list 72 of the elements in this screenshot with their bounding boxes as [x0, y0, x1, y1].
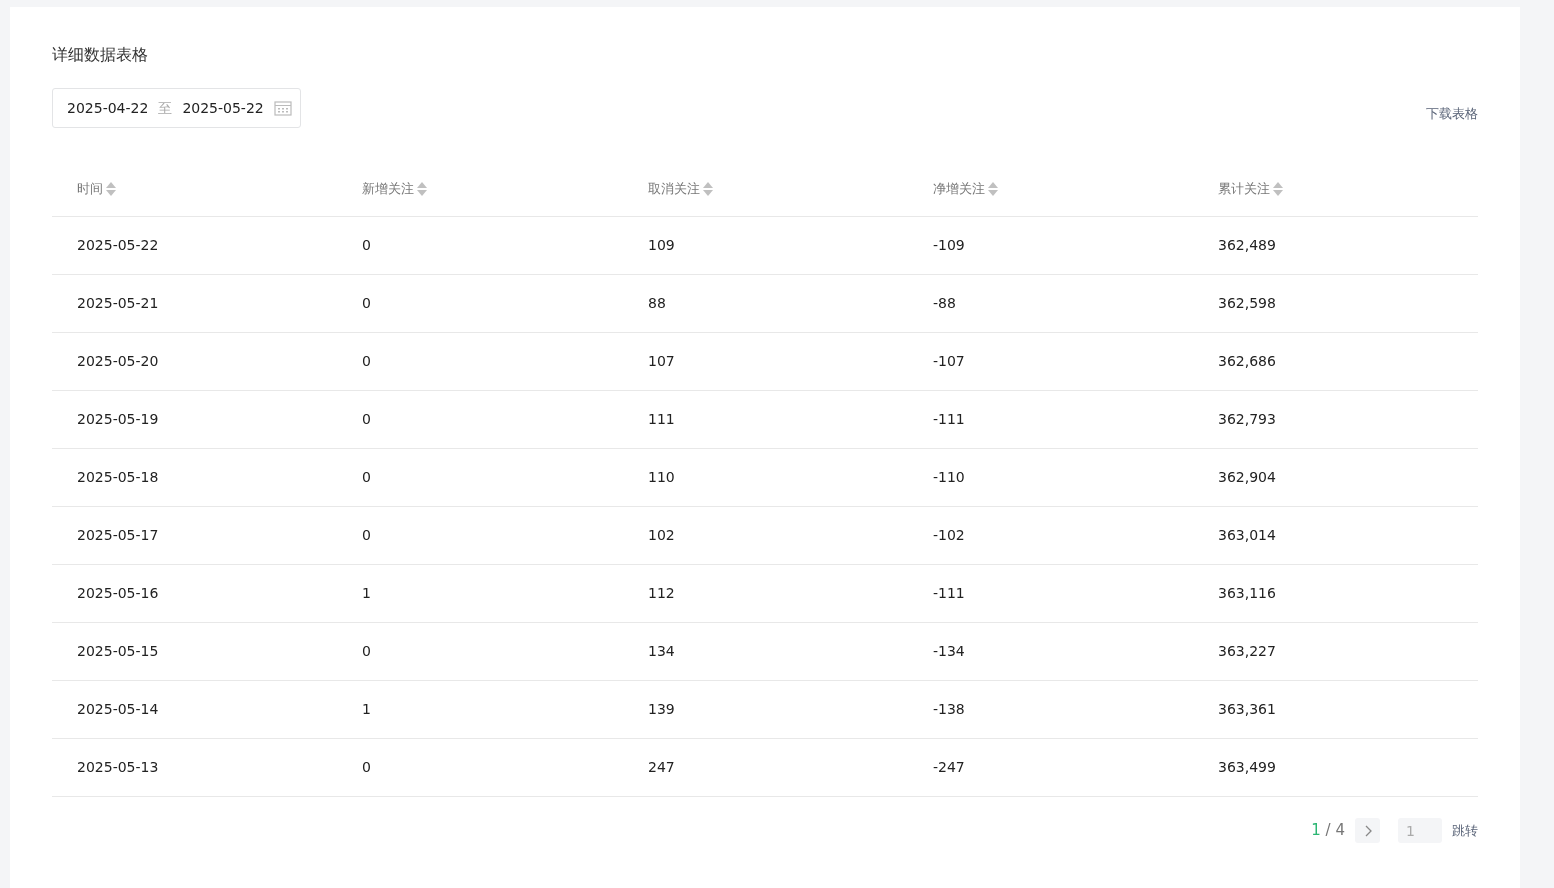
- table-cell-text: -109: [932, 236, 966, 255]
- table-cell-text: 2025-05-19: [76, 410, 160, 429]
- date-range-picker[interactable]: 2025-04-22 至 2025-05-22: [52, 88, 301, 128]
- table-cell-text: 0: [361, 352, 372, 371]
- table-cell-text: 1: [361, 584, 372, 603]
- sort-icon[interactable]: [417, 180, 427, 197]
- table-cell-text: 110: [647, 468, 676, 487]
- table-cell-text: 362,598: [1217, 294, 1277, 313]
- table-cell-text: -134: [932, 642, 966, 661]
- chevron-right-icon: [1363, 824, 1372, 837]
- table-cell-text: 362,489: [1217, 236, 1277, 255]
- section-title: 详细数据表格: [52, 44, 149, 66]
- table-cell-text: 134: [647, 642, 676, 661]
- table-cell-text: 0: [361, 236, 372, 255]
- table-cell-text: -247: [932, 758, 966, 777]
- column-header[interactable]: 新增关注: [362, 178, 414, 199]
- table-cell-text: 2025-05-17: [76, 526, 160, 545]
- table-cell-text: 2025-05-16: [76, 584, 160, 603]
- date-separator: 至: [158, 98, 173, 118]
- sort-icon[interactable]: [1273, 180, 1283, 197]
- table-cell-text: -102: [932, 526, 966, 545]
- column-header[interactable]: 时间: [77, 178, 103, 199]
- table-cell-text: 139: [647, 700, 676, 719]
- table-cell-text: 363,227: [1217, 642, 1277, 661]
- table-cell-text: 2025-05-22: [76, 236, 160, 255]
- table-cell-text: -138: [932, 700, 966, 719]
- table-cell-text: 2025-05-15: [76, 642, 160, 661]
- column-header[interactable]: 净增关注: [933, 178, 985, 199]
- table-cell-text: 112: [647, 584, 676, 603]
- table-cell-text: 2025-05-14: [76, 700, 160, 719]
- table-cell-text: 0: [361, 642, 372, 661]
- table-cell-text: 0: [361, 468, 372, 487]
- table-cell-text: 362,904: [1217, 468, 1277, 487]
- table-cell-text: 2025-05-20: [76, 352, 160, 371]
- next-page-button[interactable]: [1355, 818, 1380, 843]
- table-cell-text: 362,793: [1217, 410, 1277, 429]
- table-cell-text: -111: [932, 410, 966, 429]
- table-cell-text: 111: [647, 410, 676, 429]
- page-indicator: 1 / 4: [1311, 820, 1345, 842]
- start-date[interactable]: 2025-04-22: [67, 97, 149, 119]
- table-cell-text: -88: [932, 294, 957, 313]
- end-date[interactable]: 2025-05-22: [182, 97, 264, 119]
- table-cell-text: -111: [932, 584, 966, 603]
- table-cell-text: 1: [361, 700, 372, 719]
- calendar-icon: [273, 100, 292, 116]
- table-cell-text: 2025-05-13: [76, 758, 160, 777]
- page-input[interactable]: 1: [1398, 818, 1442, 843]
- table-cell-text: 0: [361, 758, 372, 777]
- table-cell-text: 0: [361, 526, 372, 545]
- download-link[interactable]: 下载表格: [1426, 104, 1478, 124]
- table-cell-text: 2025-05-21: [76, 294, 160, 313]
- table-cell-text: 109: [647, 236, 676, 255]
- table-cell-text: 363,116: [1217, 584, 1277, 603]
- table-cell-text: 247: [647, 758, 676, 777]
- column-header[interactable]: 取消关注: [648, 178, 700, 199]
- table-cell-text: 363,499: [1217, 758, 1277, 777]
- sort-icon[interactable]: [106, 180, 116, 197]
- table-cell-text: 2025-05-18: [76, 468, 160, 487]
- table-cell-text: 107: [647, 352, 676, 371]
- table-cell-text: 0: [361, 294, 372, 313]
- sort-icon[interactable]: [988, 180, 998, 197]
- table-cell-text: 102: [647, 526, 676, 545]
- table-cell-text: -107: [932, 352, 966, 371]
- column-header[interactable]: 累计关注: [1218, 178, 1270, 199]
- sort-icon[interactable]: [703, 180, 713, 197]
- table-cell-text: 362,686: [1217, 352, 1277, 371]
- jump-button[interactable]: 跳转: [1452, 820, 1478, 841]
- table-cell-text: -110: [932, 468, 966, 487]
- table-cell-text: 88: [647, 294, 667, 313]
- table-cell-text: 0: [361, 410, 372, 429]
- table-cell-text: 363,361: [1217, 700, 1277, 719]
- table-cell-text: 363,014: [1217, 526, 1277, 545]
